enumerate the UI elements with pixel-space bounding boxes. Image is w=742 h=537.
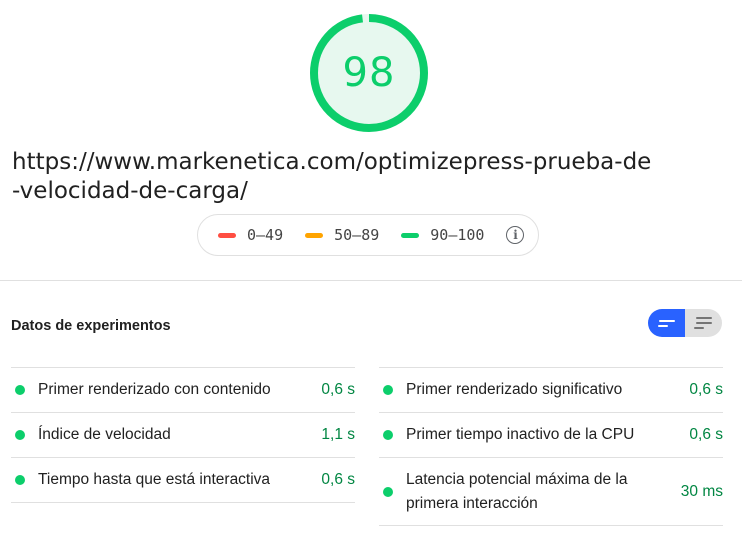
metric-value: 1,1 s bbox=[321, 426, 355, 443]
score-gauge: 98 bbox=[308, 12, 430, 134]
legend-average-bar bbox=[305, 232, 324, 238]
metric-label: Primer renderizado con contenido bbox=[38, 381, 271, 398]
legend-average-label: 50–89 bbox=[334, 226, 380, 244]
legend-pass: 90–100 bbox=[401, 226, 484, 244]
metric-label: Primer renderizado significativo bbox=[406, 381, 623, 398]
pass-indicator-icon bbox=[383, 385, 393, 395]
metric-value: 30 ms bbox=[680, 482, 723, 500]
metric-label: Índice de velocidad bbox=[38, 426, 171, 443]
pass-indicator-icon bbox=[15, 475, 25, 485]
info-icon[interactable]: i bbox=[506, 226, 525, 244]
section-title: Datos de experimentos bbox=[11, 318, 171, 334]
pass-indicator-icon bbox=[15, 385, 25, 395]
metrics-column-right: Primer renderizado significativo 0,6 s P… bbox=[379, 367, 723, 526]
metric-label: Primer tiempo inactivo de la CPU bbox=[406, 426, 635, 443]
section-divider bbox=[0, 280, 742, 281]
pass-indicator-icon bbox=[15, 430, 25, 440]
legend-fail-bar bbox=[218, 232, 236, 238]
metric-row: Tiempo hasta que está interactiva 0,6 s bbox=[11, 457, 355, 503]
score-legend: 0–49 50–89 90–100 i bbox=[197, 214, 539, 256]
list-expanded-icon[interactable] bbox=[685, 309, 722, 337]
metric-row: Primer renderizado con contenido 0,6 s bbox=[11, 367, 355, 412]
metric-value: 0,6 s bbox=[689, 381, 723, 398]
metric-row: Índice de velocidad 1,1 s bbox=[11, 412, 355, 457]
legend-fail: 0–49 bbox=[218, 226, 283, 244]
performance-score: 98 bbox=[342, 50, 396, 96]
metrics-column-left: Primer renderizado con contenido 0,6 s Í… bbox=[11, 367, 355, 503]
legend-pass-label: 90–100 bbox=[430, 226, 485, 244]
pass-indicator-icon bbox=[383, 430, 393, 440]
metrics-view-toggle bbox=[648, 309, 723, 337]
legend-average: 50–89 bbox=[305, 226, 379, 244]
metric-value: 0,6 s bbox=[321, 471, 355, 488]
pass-indicator-icon bbox=[383, 486, 393, 497]
metric-label: Tiempo hasta que está interactiva bbox=[38, 471, 271, 488]
metric-label: Latencia potencial máxima de la primera … bbox=[406, 470, 628, 512]
metric-row: Primer renderizado significativo 0,6 s bbox=[379, 367, 723, 412]
tested-url: https://www.markenetica.com/optimizepres… bbox=[12, 149, 652, 204]
metric-row: Latencia potencial máxima de la primera … bbox=[379, 457, 723, 526]
list-compact-icon[interactable] bbox=[648, 309, 685, 337]
legend-pass-bar bbox=[401, 232, 420, 238]
metric-value: 0,6 s bbox=[321, 381, 355, 398]
metric-value: 0,6 s bbox=[689, 426, 723, 443]
legend-fail-label: 0–49 bbox=[247, 226, 284, 244]
metric-row: Primer tiempo inactivo de la CPU 0,6 s bbox=[379, 412, 723, 457]
